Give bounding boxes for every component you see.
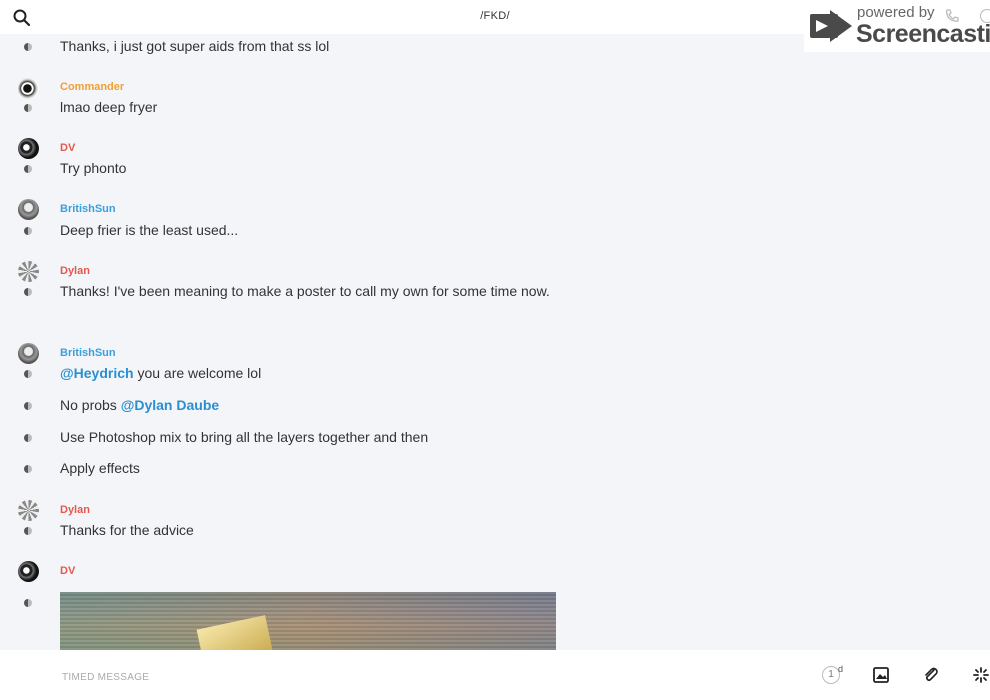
username[interactable]: BritishSun (60, 203, 116, 215)
username[interactable]: BritishSun (60, 347, 116, 359)
avatar[interactable] (18, 261, 39, 282)
composer-bar: 1 d (0, 650, 990, 700)
message-text: No probs @Dylan Daube (60, 395, 560, 416)
message-status-dot (24, 370, 32, 378)
watermark-powered-by: powered by (857, 4, 935, 21)
timer-unit: d (838, 664, 844, 674)
message-status-dot (24, 227, 32, 235)
username[interactable]: DV (60, 565, 75, 577)
message-text: Thanks for the advice (60, 522, 194, 538)
avatar[interactable] (18, 343, 39, 364)
message-status-dot (24, 288, 32, 296)
message-text: Thanks! I've been meaning to make a post… (60, 283, 550, 299)
username[interactable]: Commander (60, 81, 124, 93)
message-status-dot (24, 402, 32, 410)
message-status-dot (24, 527, 32, 535)
message-text: Thanks, i just got super aids from that … (60, 38, 330, 54)
message-status-dot (24, 434, 32, 442)
message-text-body: No probs (60, 397, 121, 413)
timed-message-input[interactable] (60, 668, 664, 686)
message-text: lmao deep fryer (60, 99, 158, 115)
message-status-dot (24, 599, 32, 607)
message-status-dot (24, 165, 32, 173)
message-text-body: you are welcome lol (133, 365, 262, 381)
message-text: Use Photoshop mix to bring all the layer… (60, 429, 429, 445)
username[interactable]: Dylan (60, 504, 90, 516)
phone-icon[interactable] (944, 8, 960, 24)
sparkle-icon[interactable] (972, 666, 990, 684)
user-mention[interactable]: @Dylan Daube (121, 397, 219, 413)
image-attachment[interactable] (60, 592, 556, 650)
username[interactable]: DV (60, 142, 75, 154)
username[interactable]: Dylan (60, 265, 90, 277)
avatar[interactable] (18, 500, 39, 521)
screencastify-logo (810, 10, 852, 42)
message-status-dot (24, 104, 32, 112)
avatar[interactable] (18, 561, 39, 582)
message-text: Try phonto (60, 160, 127, 176)
image-upload-icon[interactable] (872, 666, 890, 684)
image-texture (60, 592, 556, 650)
message-text: @Heydrich you are welcome lol (60, 363, 560, 384)
message-feed[interactable]: Thanks, i just got super aids from that … (0, 0, 990, 650)
user-mention[interactable]: @Heydrich (60, 365, 134, 381)
message-text: Apply effects (60, 460, 140, 476)
avatar[interactable] (18, 138, 39, 159)
info-icon[interactable] (980, 9, 990, 23)
message-text: Deep frier is the least used... (60, 222, 239, 238)
message-status-dot (24, 43, 32, 51)
message-status-dot (24, 465, 32, 473)
avatar[interactable] (18, 199, 39, 220)
screencastify-watermark: powered by Screencastify (804, 0, 990, 52)
paperclip-icon[interactable] (922, 666, 940, 684)
watermark-brand: Screencastify (856, 20, 990, 48)
avatar[interactable] (18, 78, 39, 99)
